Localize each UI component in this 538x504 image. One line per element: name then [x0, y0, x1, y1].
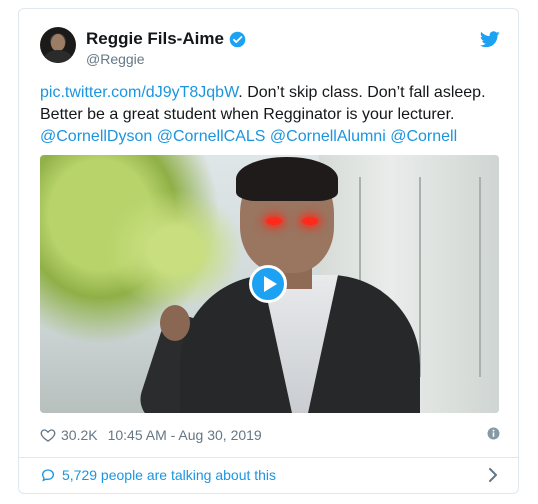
mention-cornellalumni[interactable]: @CornellAlumni [270, 128, 386, 145]
video-player[interactable] [40, 155, 499, 413]
divider [19, 457, 518, 458]
tweet-text-line1: . Don’t skip class. Don’t fall asleep. [238, 84, 486, 101]
info-icon[interactable] [487, 427, 500, 440]
person-hand [160, 305, 190, 341]
play-button[interactable] [249, 265, 287, 303]
person-hair [236, 157, 338, 201]
building-mullion [419, 177, 421, 377]
tweet-text: pic.twitter.com/dJ9yT8JqbW. Don’t skip c… [40, 82, 510, 148]
tweet-text-line2: Better be a great student when Regginato… [40, 106, 455, 123]
display-name[interactable]: Reggie Fils-Aime [86, 29, 224, 49]
heart-icon[interactable] [40, 427, 56, 443]
media-link[interactable]: pic.twitter.com/dJ9yT8JqbW [40, 84, 238, 101]
tweet-meta: 30.2K 10:45 AM - Aug 30, 2019 [40, 425, 500, 445]
verified-icon [229, 31, 246, 47]
mention-cornelldyson[interactable]: @CornellDyson [40, 128, 152, 145]
conversation-link[interactable]: 5,729 people are talking about this [40, 465, 502, 485]
tweet-card: Reggie Fils-Aime @Reggie pic.twitter.com… [18, 8, 519, 494]
like-count[interactable]: 30.2K [61, 427, 98, 443]
glowing-eye-right [302, 217, 318, 225]
name-row: Reggie Fils-Aime [86, 29, 246, 49]
speech-bubble-icon [41, 469, 55, 482]
timestamp[interactable]: 10:45 AM - Aug 30, 2019 [108, 427, 262, 443]
mention-cornell[interactable]: @Cornell [390, 128, 457, 145]
twitter-logo-icon[interactable] [480, 31, 500, 48]
building-mullion [479, 177, 481, 377]
mention-cornellcals[interactable]: @CornellCALS [157, 128, 266, 145]
avatar[interactable] [40, 27, 76, 63]
glowing-eye-left [266, 217, 282, 225]
user-handle[interactable]: @Reggie [86, 51, 145, 67]
chevron-right-icon[interactable] [488, 468, 498, 482]
tweet-header: Reggie Fils-Aime @Reggie [40, 27, 502, 71]
conversation-text[interactable]: 5,729 people are talking about this [62, 467, 276, 483]
